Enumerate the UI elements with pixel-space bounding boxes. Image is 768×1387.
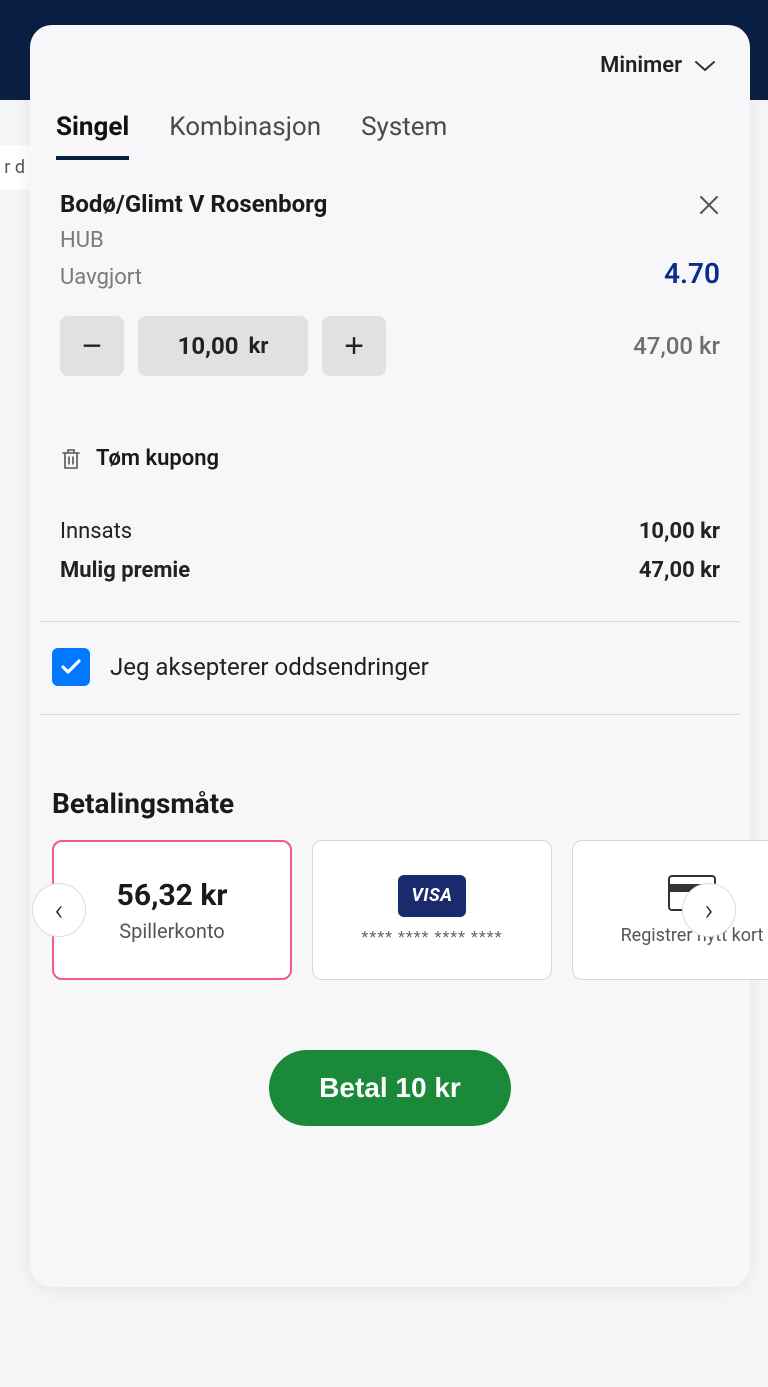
accept-odds-row: Jeg aksepterer oddsendringer: [40, 622, 740, 715]
tab-singel[interactable]: Singel: [56, 112, 129, 160]
clear-coupon-label: Tøm kupong: [96, 446, 219, 471]
bet-selection: Uavgjort: [60, 265, 142, 290]
payment-next-button[interactable]: ›: [682, 883, 736, 937]
account-balance: 56,32 kr: [117, 878, 228, 913]
payment-prev-button[interactable]: ‹: [32, 883, 86, 937]
trash-icon: [60, 447, 82, 471]
betslip-panel: Minimer Singel Kombinasjon System Bodø/G…: [30, 25, 750, 1287]
payment-cards: ‹ 56,32 kr Spillerkonto VISA **** **** *…: [52, 840, 728, 980]
stake-input[interactable]: 10,00 kr: [138, 316, 308, 376]
visa-icon: VISA: [398, 875, 466, 917]
minimize-button[interactable]: Minimer: [40, 25, 740, 88]
accept-odds-label: Jeg aksepterer oddsendringer: [110, 653, 429, 681]
clear-coupon-button[interactable]: Tøm kupong: [40, 446, 239, 471]
bet-market: HUB: [60, 228, 720, 253]
card-masked-number: **** **** **** ****: [361, 927, 502, 946]
stake-value: 10,00: [178, 332, 239, 360]
payment-card-visa[interactable]: VISA **** **** **** ****: [312, 840, 552, 980]
accept-odds-checkbox[interactable]: [52, 648, 90, 686]
bet-odds: 4.70: [664, 257, 720, 290]
increase-stake-button[interactable]: +: [322, 316, 386, 376]
payment-card-new[interactable]: Registrer nytt kort: [572, 840, 768, 980]
decrease-stake-button[interactable]: −: [60, 316, 124, 376]
payment-card-account[interactable]: 56,32 kr Spillerkonto: [52, 840, 292, 980]
bet-item: Bodø/Glimt V Rosenborg HUB Uavgjort 4.70…: [40, 160, 740, 376]
stake-total: 10,00 kr: [639, 519, 720, 544]
chevron-right-icon: ›: [705, 893, 714, 928]
payment-title: Betalingsmåte: [52, 787, 728, 820]
stake-label: Innsats: [60, 519, 132, 544]
tab-kombinasjon[interactable]: Kombinasjon: [169, 112, 321, 160]
bet-match: Bodø/Glimt V Rosenborg: [60, 190, 327, 218]
payment-section: Betalingsmåte ‹ 56,32 kr Spillerkonto VI…: [40, 715, 740, 980]
summary: Innsats 10,00 kr Mulig premie 47,00 kr: [40, 519, 740, 622]
chevron-left-icon: ‹: [55, 893, 64, 928]
minimize-label: Minimer: [600, 53, 682, 78]
chevron-down-icon: [694, 60, 716, 72]
pay-button[interactable]: Betal 10 kr: [269, 1050, 511, 1126]
potential-return: 47,00 kr: [633, 332, 720, 360]
account-label: Spillerkonto: [119, 919, 224, 943]
check-icon: [60, 658, 82, 676]
stake-controls: − 10,00 kr + 47,00 kr: [60, 316, 720, 376]
betslip-tabs: Singel Kombinasjon System: [40, 88, 740, 160]
close-icon[interactable]: [698, 194, 720, 216]
prize-value: 47,00 kr: [639, 558, 720, 583]
prize-label: Mulig premie: [60, 558, 190, 583]
stake-currency: kr: [249, 334, 269, 359]
tab-system[interactable]: System: [361, 112, 447, 160]
